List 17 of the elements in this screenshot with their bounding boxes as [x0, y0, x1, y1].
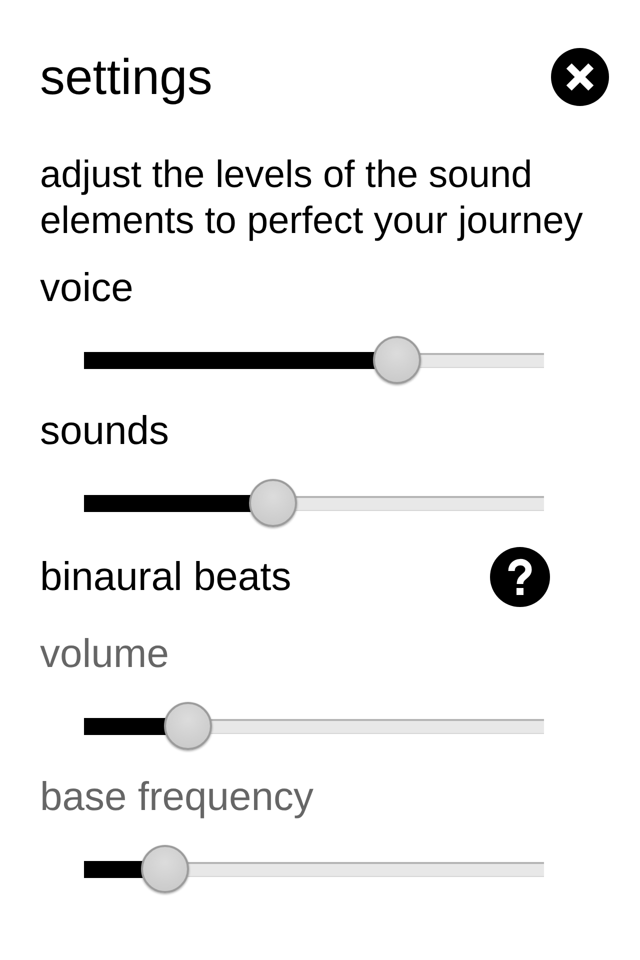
slider-track[interactable]: [84, 702, 544, 750]
slider-label: sounds: [40, 408, 170, 454]
help-icon[interactable]: [490, 547, 550, 607]
slider-thumb[interactable]: [248, 479, 297, 527]
slider-thumb[interactable]: [140, 845, 189, 893]
slider-label: volume: [40, 631, 170, 677]
close-icon[interactable]: [551, 48, 609, 106]
slider-label: voice: [40, 265, 134, 311]
slider-track[interactable]: [84, 336, 544, 384]
section-label: binaural beats: [40, 554, 292, 600]
slider-thumb[interactable]: [372, 336, 421, 384]
page-title: settings: [40, 48, 212, 106]
slider-track[interactable]: [84, 845, 544, 893]
intro-text: adjust the levels of the sound elements to perfect your journey: [40, 153, 584, 244]
slider-thumb[interactable]: [164, 702, 212, 750]
slider-track[interactable]: [84, 479, 544, 527]
slider-label: base frequency: [40, 774, 315, 820]
